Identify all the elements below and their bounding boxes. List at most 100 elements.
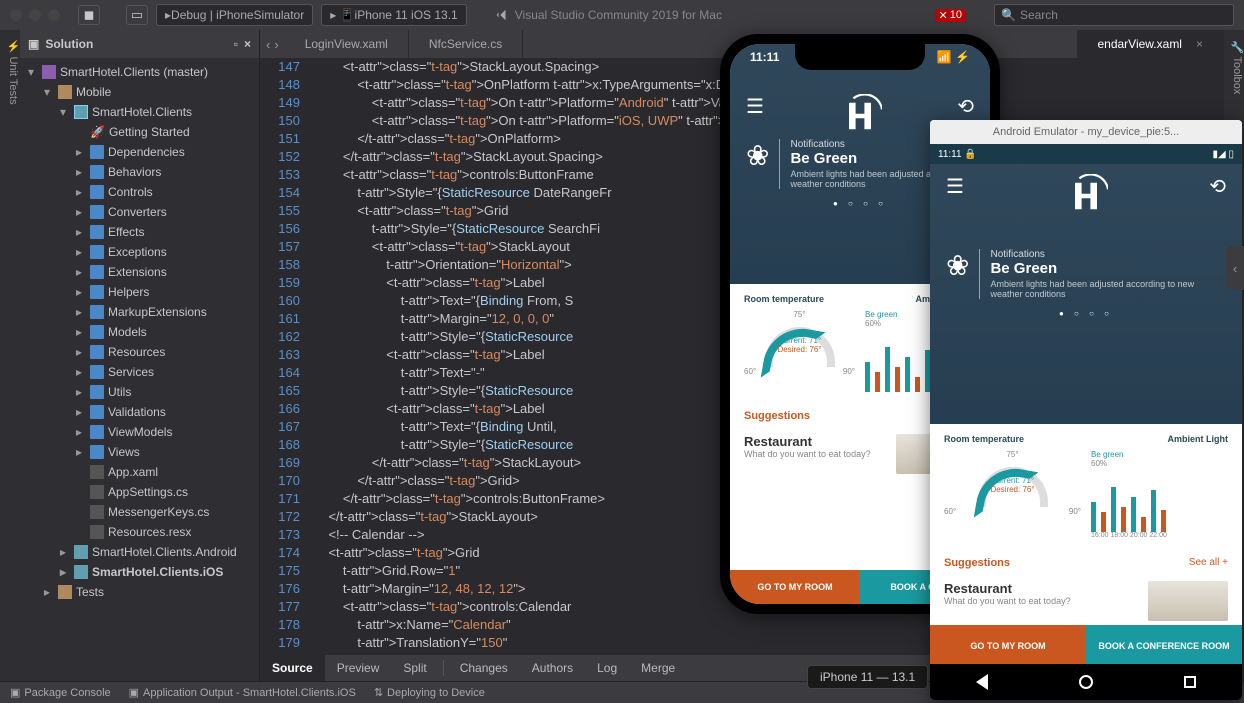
tree-folder[interactable]: ▸Validations bbox=[20, 402, 259, 422]
merge-tab[interactable]: Merge bbox=[629, 655, 687, 681]
tree-folder[interactable]: ▸Utils bbox=[20, 382, 259, 402]
tab-loginview[interactable]: LoginView.xaml bbox=[285, 30, 409, 58]
suggestions-label: Suggestions bbox=[744, 410, 810, 422]
signal-wifi-battery-icon: 📶 ⚡ bbox=[937, 50, 970, 64]
time-axis: 16:00 18:00 20:00 22:00 bbox=[1091, 532, 1228, 539]
tree-folder[interactable]: ▸Resources bbox=[20, 342, 259, 362]
tab-nfcservice[interactable]: NfcService.cs bbox=[409, 30, 523, 58]
tree-file[interactable]: MessengerKeys.cs bbox=[20, 502, 259, 522]
page-dots[interactable]: ● ○ ○ ○ bbox=[930, 309, 1242, 318]
product-label: Visual Studio Community 2019 for Mac bbox=[495, 8, 722, 22]
recents-button[interactable] bbox=[1184, 676, 1196, 688]
restaurant-image bbox=[1148, 581, 1228, 621]
preview-tab[interactable]: Preview bbox=[325, 655, 392, 681]
tree-folder[interactable]: ▸Views bbox=[20, 442, 259, 462]
app-logo bbox=[1064, 174, 1108, 218]
tree-folder-tests[interactable]: ▸Tests bbox=[20, 582, 259, 602]
solution-explorer: ▣ Solution ▫ × ▾SmartHotel.Clients (mast… bbox=[20, 30, 260, 681]
tree-file[interactable]: App.xaml bbox=[20, 462, 259, 482]
deploy-status[interactable]: ⇅ Deploying to Device bbox=[374, 686, 485, 699]
rocket-icon: 🚀 bbox=[90, 125, 105, 139]
split-tab[interactable]: Split bbox=[391, 655, 438, 681]
run-controls: ◼ bbox=[78, 5, 100, 25]
room-temp-label: Room temperature bbox=[944, 434, 1081, 444]
tree-getting-started[interactable]: 🚀Getting Started bbox=[20, 122, 259, 142]
error-badge[interactable]: ✕ 10 bbox=[935, 9, 966, 22]
hamburger-icon[interactable]: ☰ bbox=[746, 94, 764, 119]
vs-icon bbox=[495, 8, 509, 22]
source-tab[interactable]: Source bbox=[260, 655, 325, 681]
temp-gauge[interactable]: 75° 60°90° Current: 71°Desired: 76° bbox=[744, 310, 855, 380]
tree-project-android[interactable]: ▸SmartHotel.Clients.Android bbox=[20, 542, 259, 562]
book-conference-button[interactable]: BOOK A CONFERENCE ROOM bbox=[1086, 625, 1242, 664]
search-input[interactable]: 🔍 Search bbox=[994, 4, 1234, 26]
android-emulator[interactable]: Android Emulator - my_device_pie:5... 11… bbox=[930, 120, 1242, 700]
ios-device-badge[interactable]: iPhone 11 — 13.1 bbox=[807, 665, 928, 689]
close-icon[interactable] bbox=[10, 9, 22, 21]
tree-folder[interactable]: ▸Helpers bbox=[20, 282, 259, 302]
android-nav-bar bbox=[930, 664, 1242, 700]
signal-battery-icon: ▮◢ ▯ bbox=[1213, 149, 1234, 160]
bottom-action-bar: GO TO MY ROOM BOOK A CONFERENCE ROOM bbox=[930, 625, 1242, 664]
tree-project[interactable]: ▾SmartHotel.Clients bbox=[20, 102, 259, 122]
nav-back-icon[interactable]: ‹ bbox=[266, 37, 270, 52]
light-bars[interactable] bbox=[1091, 482, 1228, 532]
goto-room-button[interactable]: GO TO MY ROOM bbox=[730, 570, 860, 604]
goto-room-button[interactable]: GO TO MY ROOM bbox=[930, 625, 1086, 664]
line-gutter: 1471481491501511521531541551561571581591… bbox=[260, 58, 310, 655]
stop-button[interactable]: ◼ bbox=[78, 5, 100, 25]
tree-project-ios[interactable]: ▸SmartHotel.Clients.iOS bbox=[20, 562, 259, 582]
changes-tab[interactable]: Changes bbox=[448, 655, 520, 681]
be-green-label: Be green bbox=[1091, 450, 1228, 459]
back-button[interactable] bbox=[976, 674, 988, 690]
room-temp-label: Room temperature bbox=[744, 294, 855, 304]
tree-folder[interactable]: ▸Effects bbox=[20, 222, 259, 242]
tree-file[interactable]: Resources.resx bbox=[20, 522, 259, 542]
tree-folder[interactable]: ▸Services bbox=[20, 362, 259, 382]
tree-folder[interactable]: ▸Models bbox=[20, 322, 259, 342]
hamburger-icon[interactable]: ☰ bbox=[946, 174, 964, 199]
restaurant-card[interactable]: Restaurant What do you want to eat today… bbox=[930, 577, 1242, 625]
nfc-icon[interactable]: ⟲ bbox=[1209, 174, 1226, 199]
tree-folder[interactable]: ▸Exceptions bbox=[20, 242, 259, 262]
android-status-bar: 11:11 🔒▮◢ ▯ bbox=[930, 144, 1242, 164]
minimize-icon[interactable] bbox=[29, 9, 41, 21]
tree-folder[interactable]: ▸Controls bbox=[20, 182, 259, 202]
layout-button-1[interactable]: ▭ bbox=[126, 5, 148, 25]
maximize-icon[interactable] bbox=[48, 9, 60, 21]
log-tab[interactable]: Log bbox=[585, 655, 629, 681]
package-console-button[interactable]: ▣ Package Console bbox=[10, 686, 111, 699]
tree-folder-mobile[interactable]: ▾Mobile bbox=[20, 82, 259, 102]
debug-target-dropdown[interactable]: ▸ Debug | iPhoneSimulator bbox=[156, 4, 313, 26]
temp-gauge[interactable]: 75° 60°90° Current: 71°Desired: 76° bbox=[944, 450, 1081, 520]
titlebar: ◼ ▭ ▸ Debug | iPhoneSimulator ▸ 📱 iPhone… bbox=[0, 0, 1244, 30]
tree-folder[interactable]: ▸Extensions bbox=[20, 262, 259, 282]
pin-icon[interactable]: ▫ bbox=[234, 37, 238, 51]
tree-root[interactable]: ▾SmartHotel.Clients (master) bbox=[20, 62, 259, 82]
expand-handle[interactable]: ‹ bbox=[1226, 246, 1244, 290]
see-all-link[interactable]: See all + bbox=[1189, 557, 1228, 569]
unit-tests-panel-tab[interactable]: ⚡ Unit Tests bbox=[0, 30, 20, 681]
tree-folder[interactable]: ▸Dependencies bbox=[20, 142, 259, 162]
app-header-android: ☰⟲ ❀ Notifications Be Green Ambient ligh… bbox=[930, 164, 1242, 424]
close-tab-icon[interactable]: × bbox=[1196, 37, 1203, 51]
tree-folder[interactable]: ▸ViewModels bbox=[20, 422, 259, 442]
app-output-button[interactable]: ▣ Application Output - SmartHotel.Client… bbox=[129, 686, 356, 699]
tree-folder[interactable]: ▸Converters bbox=[20, 202, 259, 222]
tree-folder[interactable]: ▸MarkupExtensions bbox=[20, 302, 259, 322]
restaurant-title: Restaurant bbox=[944, 581, 1140, 596]
tree-file[interactable]: AppSettings.cs bbox=[20, 482, 259, 502]
solution-tree[interactable]: ▾SmartHotel.Clients (master) ▾Mobile ▾Sm… bbox=[20, 58, 259, 681]
home-button[interactable] bbox=[1079, 675, 1093, 689]
nfc-icon[interactable]: ⟲ bbox=[957, 94, 974, 119]
device-dropdown[interactable]: ▸ 📱 iPhone 11 iOS 13.1 bbox=[321, 4, 467, 26]
app-logo bbox=[838, 94, 882, 138]
solution-title: Solution bbox=[45, 37, 93, 51]
leaf-icon: ❀ bbox=[946, 249, 969, 282]
iphone-notch bbox=[795, 44, 925, 70]
close-panel-icon[interactable]: × bbox=[244, 37, 251, 51]
nav-fwd-icon[interactable]: › bbox=[274, 37, 278, 52]
tree-folder[interactable]: ▸Behaviors bbox=[20, 162, 259, 182]
authors-tab[interactable]: Authors bbox=[520, 655, 585, 681]
tab-calendarview[interactable]: endarView.xaml× bbox=[1077, 30, 1224, 58]
